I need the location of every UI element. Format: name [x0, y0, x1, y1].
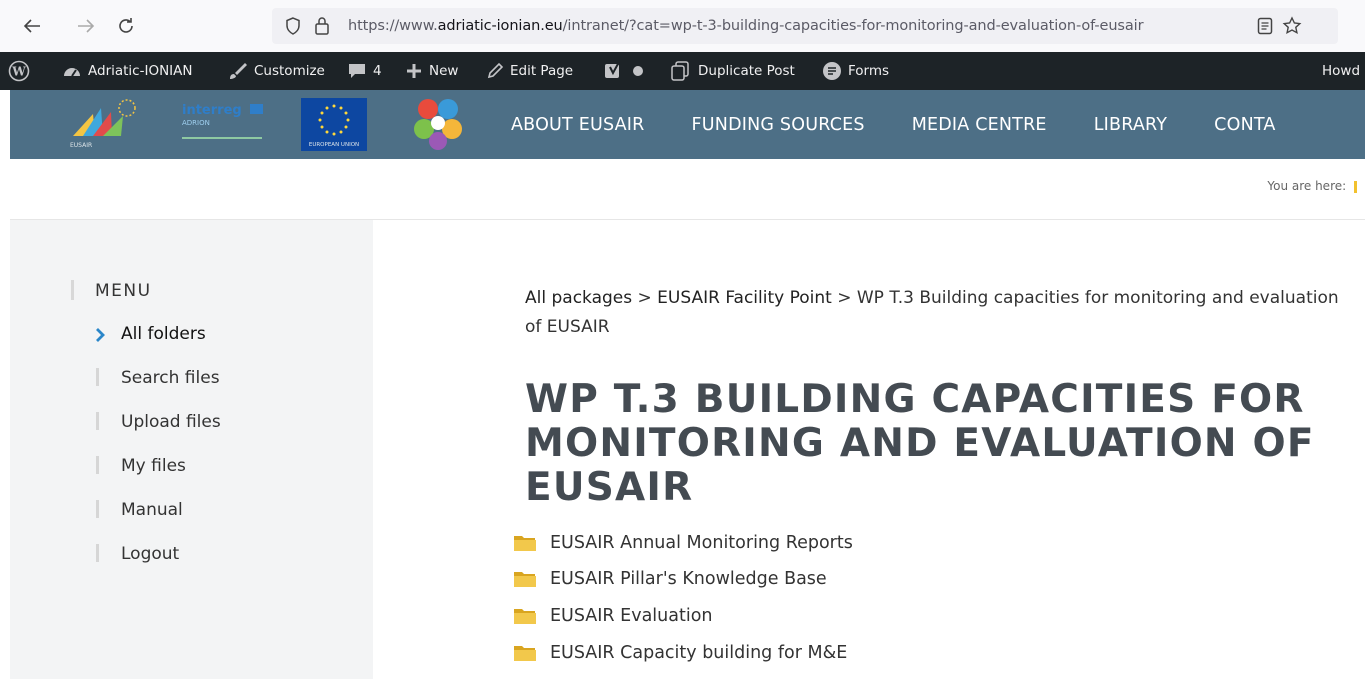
- duplicate-post-link[interactable]: Duplicate Post: [670, 52, 795, 90]
- sidebar-item-bar: [96, 544, 99, 562]
- forms-label: Forms: [848, 63, 890, 79]
- pencil-icon: [487, 62, 504, 79]
- sidebar-item-search-files[interactable]: Search files: [121, 368, 220, 388]
- nav-item-contact[interactable]: CONTA: [1214, 115, 1275, 135]
- site-header: EUSAIR interreg ADRION EUROPEAN UNION AB…: [10, 90, 1365, 159]
- path-separator: >: [637, 288, 652, 308]
- dashboard-icon: [64, 68, 80, 77]
- eu-stars-icon: [318, 104, 350, 136]
- shield-icon[interactable]: [285, 17, 301, 35]
- interreg-logo[interactable]: interreg ADRION: [182, 104, 268, 146]
- reload-button[interactable]: [112, 12, 140, 40]
- bookmark-star-icon[interactable]: [1282, 16, 1302, 36]
- sidebar-item-bar: [96, 412, 99, 430]
- path-separator: >: [837, 288, 852, 308]
- forward-arrow-icon: [78, 19, 95, 33]
- sidebar-item-bar: [96, 368, 99, 386]
- menu-heading: MENU: [95, 281, 152, 301]
- nav-item-library[interactable]: LIBRARY: [1094, 115, 1167, 135]
- chevron-right-icon: [96, 328, 105, 342]
- you-are-here-label: You are here:: [1267, 179, 1357, 193]
- folder-label: EUSAIR Capacity building for M&E: [550, 643, 848, 663]
- duplicate-post-label: Duplicate Post: [698, 63, 795, 79]
- yoast-icon: [605, 61, 620, 78]
- adrion-text: ADRION: [182, 119, 210, 127]
- eusair-logo-text: EUSAIR: [70, 142, 93, 149]
- breadcrumb-marker: [1354, 180, 1357, 193]
- folder-icon: [514, 609, 536, 624]
- strategy-logo[interactable]: [410, 95, 470, 155]
- eu-logo-text: EUROPEAN UNION: [308, 142, 360, 148]
- forms-menu[interactable]: Forms: [822, 52, 889, 90]
- brush-icon: [230, 63, 247, 79]
- forward-button[interactable]: [72, 12, 100, 40]
- reader-view-icon[interactable]: [1257, 17, 1273, 35]
- nav-item-about-eusair[interactable]: ABOUT EUSAIR: [511, 115, 645, 135]
- edit-page-link[interactable]: Edit Page: [486, 52, 573, 90]
- nav-item-funding-sources[interactable]: FUNDING SOURCES: [692, 115, 865, 135]
- comments-count: 4: [373, 63, 382, 79]
- sidebar-item-manual[interactable]: Manual: [121, 500, 183, 520]
- howdy-label: Howd: [1322, 63, 1361, 79]
- sidebar-item-upload-files[interactable]: Upload files: [121, 412, 221, 432]
- site-name-label: Adriatic-IONIAN: [88, 63, 193, 79]
- site-name-menu[interactable]: Adriatic-IONIAN: [62, 52, 193, 90]
- flower-logo-icon: [414, 99, 462, 150]
- address-bar[interactable]: https://www.adriatic-ionian.eu/intranet/…: [272, 8, 1338, 44]
- sidebar-item-all-folders[interactable]: All folders: [121, 324, 206, 344]
- sidebar: MENU All folders Search files Upload fil…: [10, 220, 373, 679]
- browser-toolbar: https://www.adriatic-ionian.eu/intranet/…: [0, 0, 1365, 52]
- folder-label: EUSAIR Pillar's Knowledge Base: [550, 569, 827, 589]
- folder-item[interactable]: EUSAIR Capacity building for M&E: [513, 643, 847, 663]
- path-link-facility-point[interactable]: EUSAIR Facility Point: [657, 288, 832, 308]
- sidebar-item-bar: [96, 456, 99, 474]
- wordpress-icon: W: [8, 60, 30, 82]
- eusair-logo[interactable]: EUSAIR: [65, 96, 155, 152]
- back-arrow-icon: [23, 19, 40, 33]
- comment-icon: [349, 64, 365, 78]
- url-text[interactable]: https://www.adriatic-ionian.eu/intranet/…: [348, 18, 1144, 34]
- interreg-divider: [182, 137, 262, 139]
- wp-logo-menu[interactable]: W: [8, 52, 30, 90]
- reload-icon: [119, 18, 133, 33]
- customize-label: Customize: [254, 63, 325, 79]
- sidebar-item-my-files[interactable]: My files: [121, 456, 186, 476]
- forms-icon: [823, 62, 841, 80]
- folder-path: All packages > EUSAIR Facility Point > W…: [525, 284, 1355, 342]
- eusair-sails-logo: [73, 99, 136, 136]
- nav-item-media-centre[interactable]: MEDIA CENTRE: [912, 115, 1047, 135]
- folder-item[interactable]: EUSAIR Evaluation: [513, 606, 713, 626]
- folder-item[interactable]: EUSAIR Annual Monitoring Reports: [513, 533, 853, 553]
- page-title: WP T.3 BUILDING CAPACITIES FOR MONITORIN…: [525, 377, 1315, 510]
- sidebar-item-bar: [96, 500, 99, 518]
- new-label: New: [429, 63, 459, 79]
- status-dot-icon: [633, 66, 643, 76]
- folder-icon: [514, 536, 536, 551]
- folder-item[interactable]: EUSAIR Pillar's Knowledge Base: [513, 569, 827, 589]
- main-navigation: ABOUT EUSAIR FUNDING SOURCES MEDIA CENTR…: [511, 90, 1276, 159]
- customize-link[interactable]: Customize: [228, 52, 325, 90]
- interreg-eu-flag-icon: [250, 104, 263, 114]
- plus-icon: [407, 64, 421, 78]
- sidebar-item-logout[interactable]: Logout: [121, 544, 179, 564]
- folder-icon: [514, 572, 536, 587]
- edit-page-label: Edit Page: [510, 63, 574, 79]
- new-content-menu[interactable]: New: [405, 52, 458, 90]
- duplicate-icon: [671, 61, 689, 81]
- howdy-menu[interactable]: Howd: [1322, 52, 1360, 90]
- path-link-all-packages[interactable]: All packages: [525, 288, 632, 308]
- yoast-seo-menu[interactable]: [604, 52, 644, 90]
- back-button[interactable]: [18, 12, 46, 40]
- folder-icon: [514, 646, 536, 661]
- lock-icon[interactable]: [314, 16, 330, 36]
- folder-label: EUSAIR Evaluation: [550, 606, 713, 626]
- menu-heading-bar: [71, 280, 74, 300]
- wp-admin-bar: W Adriatic-IONIAN Customize 4 New Edit P…: [0, 52, 1365, 90]
- comments-link[interactable]: 4: [347, 52, 382, 90]
- folder-label: EUSAIR Annual Monitoring Reports: [550, 533, 853, 553]
- eu-flag-logo[interactable]: EUROPEAN UNION: [301, 98, 367, 151]
- svg-text:W: W: [11, 65, 26, 79]
